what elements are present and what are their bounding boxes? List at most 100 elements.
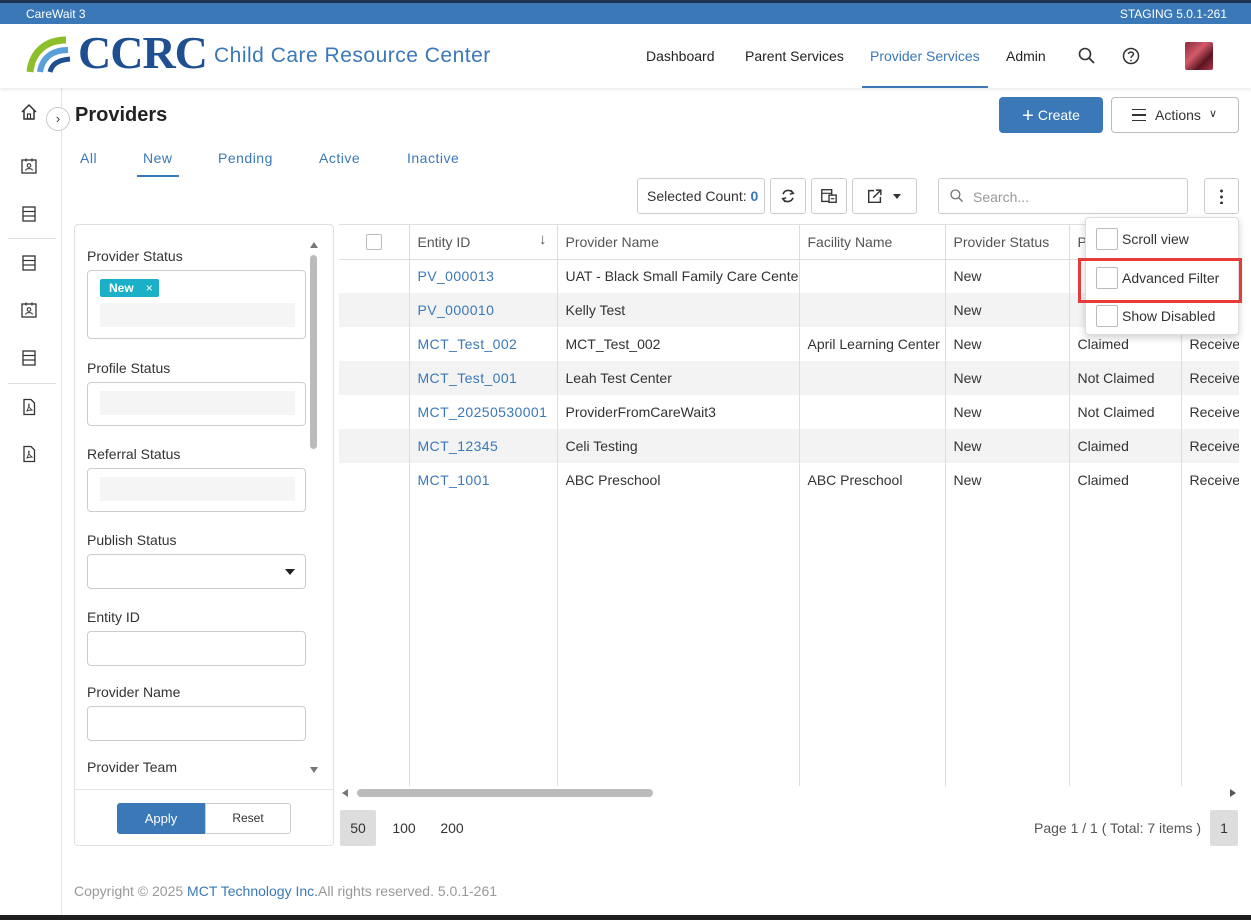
export-button[interactable] [852,178,917,214]
provider-name-input[interactable] [87,706,306,741]
entity-id-link[interactable]: MCT_12345 [409,429,558,463]
select-all-checkbox[interactable] [365,234,382,251]
list-icon[interactable] [19,348,39,368]
row-select-cell[interactable] [339,327,410,361]
tab-new[interactable]: New [137,140,179,177]
referral-status-field[interactable] [87,468,306,512]
search-icon[interactable] [1077,46,1097,66]
company-link[interactable]: MCT Technology Inc. [187,883,318,899]
column-chooser-button[interactable] [811,178,847,214]
reset-button[interactable]: Reset [205,803,291,834]
scroll-view-checkbox[interactable] [1096,228,1118,250]
entity-id-link[interactable]: MCT_20250530001 [409,395,558,429]
rail-divider [8,383,56,384]
table-row[interactable]: MCT_Test_001 Leah Test Center New Not Cl… [339,361,1239,395]
entity-id-link[interactable]: MCT_1001 [409,463,558,497]
scroll-left-icon[interactable] [342,789,348,797]
page-size-50[interactable]: 50 [340,810,376,846]
status-chip-new[interactable]: New × [100,279,159,297]
profile-status-input[interactable] [100,391,295,415]
provider-status-field[interactable]: New × [87,270,306,339]
expand-sidebar-button[interactable]: › [46,107,70,131]
apply-button[interactable]: Apply [117,803,205,834]
logo-text[interactable]: CCRC [78,28,208,78]
nav-parent-services[interactable]: Parent Services [745,24,844,88]
tab-all[interactable]: All [80,140,97,177]
menu-item-show-disabled[interactable]: Show Disabled [1096,305,1215,329]
search-box[interactable] [938,178,1188,214]
home-icon[interactable] [19,102,39,122]
row-select-cell[interactable] [339,429,410,463]
scroll-up-icon[interactable] [310,242,318,248]
col-provider-name[interactable]: Provider Name [557,225,800,260]
row-select-cell[interactable] [339,395,410,429]
nav-provider-services[interactable]: Provider Services [862,24,988,88]
show-disabled-checkbox[interactable] [1096,305,1118,327]
refresh-button[interactable] [770,178,806,214]
tab-pending[interactable]: Pending [218,140,273,177]
search-input[interactable] [973,187,1173,207]
page-size-200[interactable]: 200 [434,810,470,846]
pdf-file-icon[interactable] [19,444,39,464]
provider-status-input[interactable] [100,303,295,327]
provider-team-label: Provider Team [87,759,178,775]
row-select-cell[interactable] [339,361,410,395]
row-select-cell[interactable] [339,293,410,327]
list-icon[interactable] [19,253,39,273]
grid-horizontal-scrollbar[interactable] [339,786,1239,800]
tab-inactive[interactable]: Inactive [407,140,459,177]
list-icon[interactable] [19,204,39,224]
filter-scrollbar[interactable] [307,239,321,779]
menu-item-scroll-view[interactable]: Scroll view [1096,228,1189,252]
ccrc-logo-icon [26,36,71,73]
scroll-view-label: Scroll view [1122,231,1189,247]
page-title: Providers [75,104,168,126]
provider-status-cell: New [945,327,1070,361]
table-row[interactable]: MCT_1001 ABC Preschool ABC Preschool New… [339,463,1239,497]
create-label: Create [1037,107,1080,123]
vertical-dots-icon [1220,188,1223,204]
col-entity-id[interactable]: Entity ID ↓ [409,225,558,260]
profile-status-label: Profile Status [87,360,171,376]
entity-id-link[interactable]: MCT_Test_001 [409,361,558,395]
user-avatar[interactable] [1185,42,1213,70]
entity-id-link[interactable]: MCT_Test_002 [409,327,558,361]
profile-status-cell: Not Claimed [1069,395,1182,429]
table-row[interactable]: MCT_20250530001 ProviderFromCareWait3 Ne… [339,395,1239,429]
provider-name-cell: Kelly Test [557,293,800,327]
chip-remove-icon[interactable]: × [146,281,153,295]
col-facility-name[interactable]: Facility Name [799,225,946,260]
pdf-file-icon[interactable] [19,397,39,417]
entity-id-input[interactable] [87,631,306,666]
entity-id-link[interactable]: PV_000013 [409,259,558,293]
actions-button[interactable]: Actions ∨ [1111,97,1239,133]
profile-status-field[interactable] [87,382,306,426]
nav-admin[interactable]: Admin [1006,24,1046,88]
col-entity-id-label: Entity ID [417,233,471,250]
page-size-100[interactable]: 100 [386,810,422,846]
app-name: CareWait 3 [26,7,86,21]
help-icon[interactable] [1121,46,1141,66]
more-options-button[interactable] [1204,178,1239,214]
create-button[interactable]: + Create [999,97,1103,133]
scroll-down-icon[interactable] [310,767,318,773]
col-provider-status[interactable]: Provider Status [945,225,1070,260]
sort-down-arrow-icon[interactable]: ↓ [539,231,547,248]
table-row[interactable]: MCT_12345 Celi Testing New Claimed Recei… [339,429,1239,463]
entity-id-link[interactable]: PV_000010 [409,293,558,327]
contact-card-icon[interactable] [19,300,39,320]
app-window: CareWait 3 STAGING 5.0.1-261 CCRC Child … [0,0,1251,915]
page-button-1[interactable]: 1 [1210,810,1238,846]
publish-status-select[interactable] [87,554,306,589]
scroll-right-icon[interactable] [1230,789,1236,797]
nav-dashboard[interactable]: Dashboard [646,24,715,88]
contact-card-icon[interactable] [19,156,39,176]
tab-active[interactable]: Active [319,140,360,177]
row-select-cell[interactable] [339,463,410,497]
row-select-cell[interactable] [339,259,410,293]
grid-scroll-thumb[interactable] [357,789,653,797]
filter-scroll-thumb[interactable] [310,255,317,449]
referral-status-input[interactable] [100,477,295,501]
select-all-cell[interactable] [339,225,410,260]
rights-text: All rights reserved. 5.0.1-261 [318,883,498,899]
